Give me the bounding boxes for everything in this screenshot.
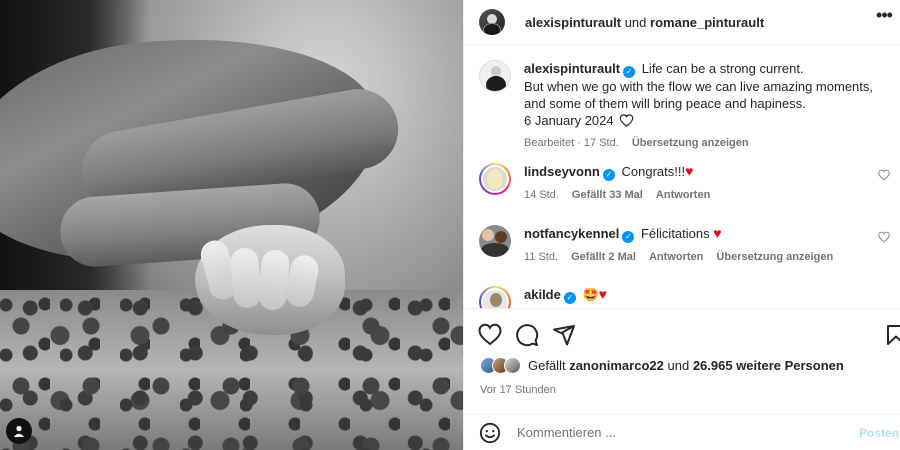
comments-scroll-area[interactable]: alexispinturault ✓ Life can be a strong c… <box>464 46 900 308</box>
action-bar <box>464 308 900 358</box>
likes-summary[interactable]: Gefällt zanonimarco22 und 26.965 weitere… <box>480 357 844 374</box>
share-icon[interactable] <box>552 323 576 347</box>
photo-baby-finger <box>229 246 263 310</box>
verified-badge-icon: ✓ <box>602 169 615 181</box>
caption-translate-link[interactable]: Übersetzung anzeigen <box>632 137 749 149</box>
liker-avatar <box>504 357 521 374</box>
likes-user-link[interactable]: zanonimarco22 <box>569 358 664 373</box>
caption-username[interactable]: alexispinturault <box>524 61 620 76</box>
comment-input[interactable] <box>517 425 837 440</box>
comment-text-block: notfancykennel ✓ Félicitations ♥ 11 Std. … <box>524 225 892 266</box>
comment-username[interactable]: akilde <box>524 287 561 302</box>
comment-reply-button[interactable]: Antworten <box>649 251 703 263</box>
post-header: alexispinturault und romane_pinturault •… <box>464 0 900 45</box>
comment-time: 11 Std. <box>524 251 559 263</box>
comment-item: notfancykennel ✓ Félicitations ♥ 11 Std. … <box>479 225 892 266</box>
caption-edited: Bearbeitet · 17 Std. <box>524 137 619 149</box>
caption: alexispinturault ✓ Life can be a strong c… <box>479 60 892 152</box>
comment-avatar[interactable] <box>479 286 511 308</box>
post-photo[interactable] <box>0 0 463 450</box>
heart-outline-icon <box>619 114 634 127</box>
header-user-link[interactable]: alexispinturault <box>525 15 621 30</box>
likes-others-link[interactable]: 26.965 weitere Personen <box>693 358 844 373</box>
comment-time: 14 Std. <box>524 189 559 201</box>
header-collab-link[interactable]: romane_pinturault <box>650 15 764 30</box>
comment-text: Congrats!!! <box>621 164 686 179</box>
post-detail-panel: alexispinturault und romane_pinturault •… <box>463 0 900 450</box>
header-usernames: alexispinturault und romane_pinturault <box>525 15 764 30</box>
comment-username[interactable]: notfancykennel <box>524 226 619 241</box>
comment-text-block: akilde ✓ 🤩♥ <box>524 286 892 308</box>
red-heart-emoji-icon: ♥ <box>685 163 694 179</box>
emoji-icon[interactable] <box>479 422 501 444</box>
comment-username[interactable]: lindseyvonn <box>524 164 600 179</box>
star-struck-emoji-icon: 🤩 <box>582 287 599 302</box>
comment-text: Félicitations <box>640 226 710 241</box>
comment-avatar[interactable] <box>479 163 511 195</box>
caption-line-1: Life can be a strong current. <box>641 61 804 76</box>
likes-prefix: Gefällt <box>528 358 566 373</box>
red-heart-emoji-icon: ♥ <box>598 286 607 302</box>
comment-likes[interactable]: Gefällt 33 Mal <box>572 189 643 201</box>
caption-line-2: But when we go with the flow we can live… <box>524 79 874 111</box>
more-options-icon[interactable]: ••• <box>871 6 897 30</box>
comment-like-icon[interactable] <box>878 231 890 243</box>
comment-item: akilde ✓ 🤩♥ <box>479 286 892 308</box>
comment-like-icon[interactable] <box>878 169 890 181</box>
likes-connector: und <box>667 358 690 373</box>
red-heart-emoji-icon: ♥ <box>713 225 722 241</box>
caption-text-block: alexispinturault ✓ Life can be a strong c… <box>524 60 892 152</box>
verified-badge-icon: ✓ <box>622 231 635 243</box>
header-avatar[interactable] <box>479 9 505 35</box>
verified-badge-icon: ✓ <box>623 66 636 78</box>
comment-item: lindseyvonn ✓ Congrats!!!♥ 14 Std. Gefäll… <box>479 163 892 204</box>
user-tag-icon <box>13 425 25 437</box>
comment-bar: Posten <box>464 414 900 450</box>
verified-badge-icon: ✓ <box>563 292 576 304</box>
comment-avatar[interactable] <box>479 225 511 257</box>
post-timestamp[interactable]: Vor 17 Stunden <box>480 384 556 396</box>
post-comment-button[interactable]: Posten <box>859 426 899 440</box>
heart-icon[interactable] <box>478 323 502 347</box>
comment-reply-button[interactable]: Antworten <box>656 189 710 201</box>
comment-likes[interactable]: Gefällt 2 Mal <box>571 251 636 263</box>
header-connector: und <box>624 14 647 30</box>
caption-avatar[interactable] <box>479 60 511 92</box>
user-tag-button[interactable] <box>6 418 32 444</box>
bookmark-icon[interactable] <box>884 323 900 347</box>
caption-date: 6 January 2024 <box>524 113 614 128</box>
comment-icon[interactable] <box>515 323 539 347</box>
comment-text-block: lindseyvonn ✓ Congrats!!!♥ 14 Std. Gefäll… <box>524 163 892 204</box>
comment-translate-link[interactable]: Übersetzung anzeigen <box>716 251 833 263</box>
